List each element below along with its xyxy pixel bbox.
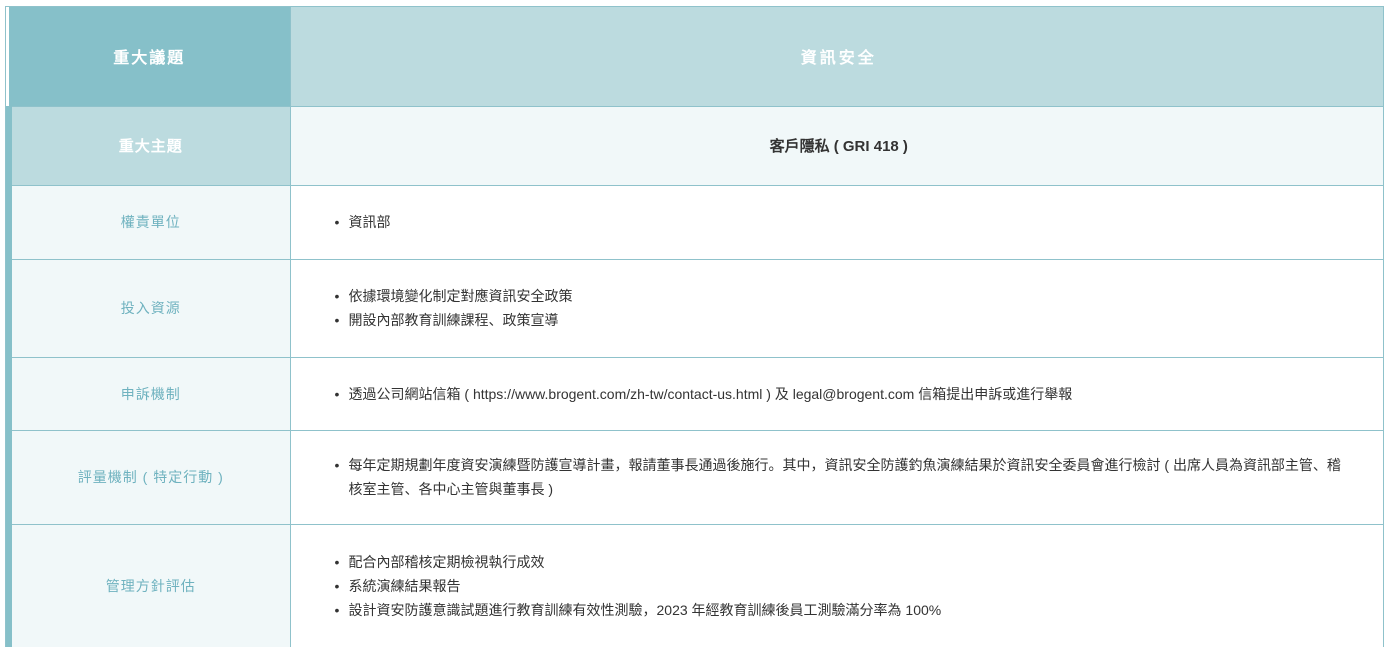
list-item: 透過公司網站信箱 ( https://www.brogent.com/zh-tw…	[335, 382, 1344, 406]
row-label: 管理方針評估	[6, 524, 291, 647]
list-item: 依據環境變化制定對應資訊安全政策	[335, 284, 1344, 308]
list-item: 配合內部稽核定期檢視執行成效	[335, 550, 1344, 574]
table-row: 評量機制 ( 特定行動 ) 每年定期規劃年度資安演練暨防護宣導計畫，報請董事長通…	[6, 430, 1383, 525]
header-value: 資訊安全	[290, 7, 1383, 107]
bullet-list: 透過公司網站信箱 ( https://www.brogent.com/zh-tw…	[335, 382, 1344, 406]
row-value: 每年定期規劃年度資安演練暨防護宣導計畫，報請董事長通過後施行。其中，資訊安全防護…	[290, 430, 1383, 525]
bullet-list: 依據環境變化制定對應資訊安全政策 開設內部教育訓練課程、政策宣導	[335, 284, 1344, 332]
table-row: 權責單位 資訊部	[6, 185, 1383, 260]
table: 重大議題 資訊安全 重大主題 客戶隱私 ( GRI 418 ) 權責單位 資訊部…	[6, 7, 1383, 647]
bullet-list: 每年定期規劃年度資安演練暨防護宣導計畫，報請董事長通過後施行。其中，資訊安全防護…	[335, 453, 1344, 501]
list-item: 資訊部	[335, 210, 1344, 234]
list-item: 設計資安防護意識試題進行教育訓練有效性測驗，2023 年經教育訓練後員工測驗滿分…	[335, 598, 1344, 622]
topic-label: 重大主題	[6, 106, 291, 186]
header-label: 重大議題	[9, 7, 291, 107]
row-value: 配合內部稽核定期檢視執行成效 系統演練結果報告 設計資安防護意識試題進行教育訓練…	[290, 524, 1383, 647]
list-item: 每年定期規劃年度資安演練暨防護宣導計畫，報請董事長通過後施行。其中，資訊安全防護…	[335, 453, 1344, 501]
table-row: 投入資源 依據環境變化制定對應資訊安全政策 開設內部教育訓練課程、政策宣導	[6, 259, 1383, 358]
row-label: 投入資源	[6, 259, 291, 358]
table-header-row: 重大議題 資訊安全	[9, 7, 1383, 107]
row-value: 透過公司網站信箱 ( https://www.brogent.com/zh-tw…	[290, 357, 1383, 431]
row-label: 權責單位	[6, 185, 291, 260]
bullet-list: 配合內部稽核定期檢視執行成效 系統演練結果報告 設計資安防護意識試題進行教育訓練…	[335, 550, 1344, 622]
management-approach-table: 重大議題 資訊安全 重大主題 客戶隱私 ( GRI 418 ) 權責單位 資訊部…	[5, 6, 1384, 647]
row-label: 評量機制 ( 特定行動 )	[6, 430, 291, 525]
table-row: 申訴機制 透過公司網站信箱 ( https://www.brogent.com/…	[6, 357, 1383, 431]
row-label: 申訴機制	[6, 357, 291, 431]
list-item: 開設內部教育訓練課程、政策宣導	[335, 308, 1344, 332]
topic-row: 重大主題 客戶隱私 ( GRI 418 )	[6, 106, 1383, 186]
topic-value: 客戶隱私 ( GRI 418 )	[290, 106, 1383, 186]
list-item: 系統演練結果報告	[335, 574, 1344, 598]
row-value: 資訊部	[290, 185, 1383, 260]
bullet-list: 資訊部	[335, 210, 1344, 234]
table-row: 管理方針評估 配合內部稽核定期檢視執行成效 系統演練結果報告 設計資安防護意識試…	[6, 524, 1383, 647]
row-value: 依據環境變化制定對應資訊安全政策 開設內部教育訓練課程、政策宣導	[290, 259, 1383, 358]
